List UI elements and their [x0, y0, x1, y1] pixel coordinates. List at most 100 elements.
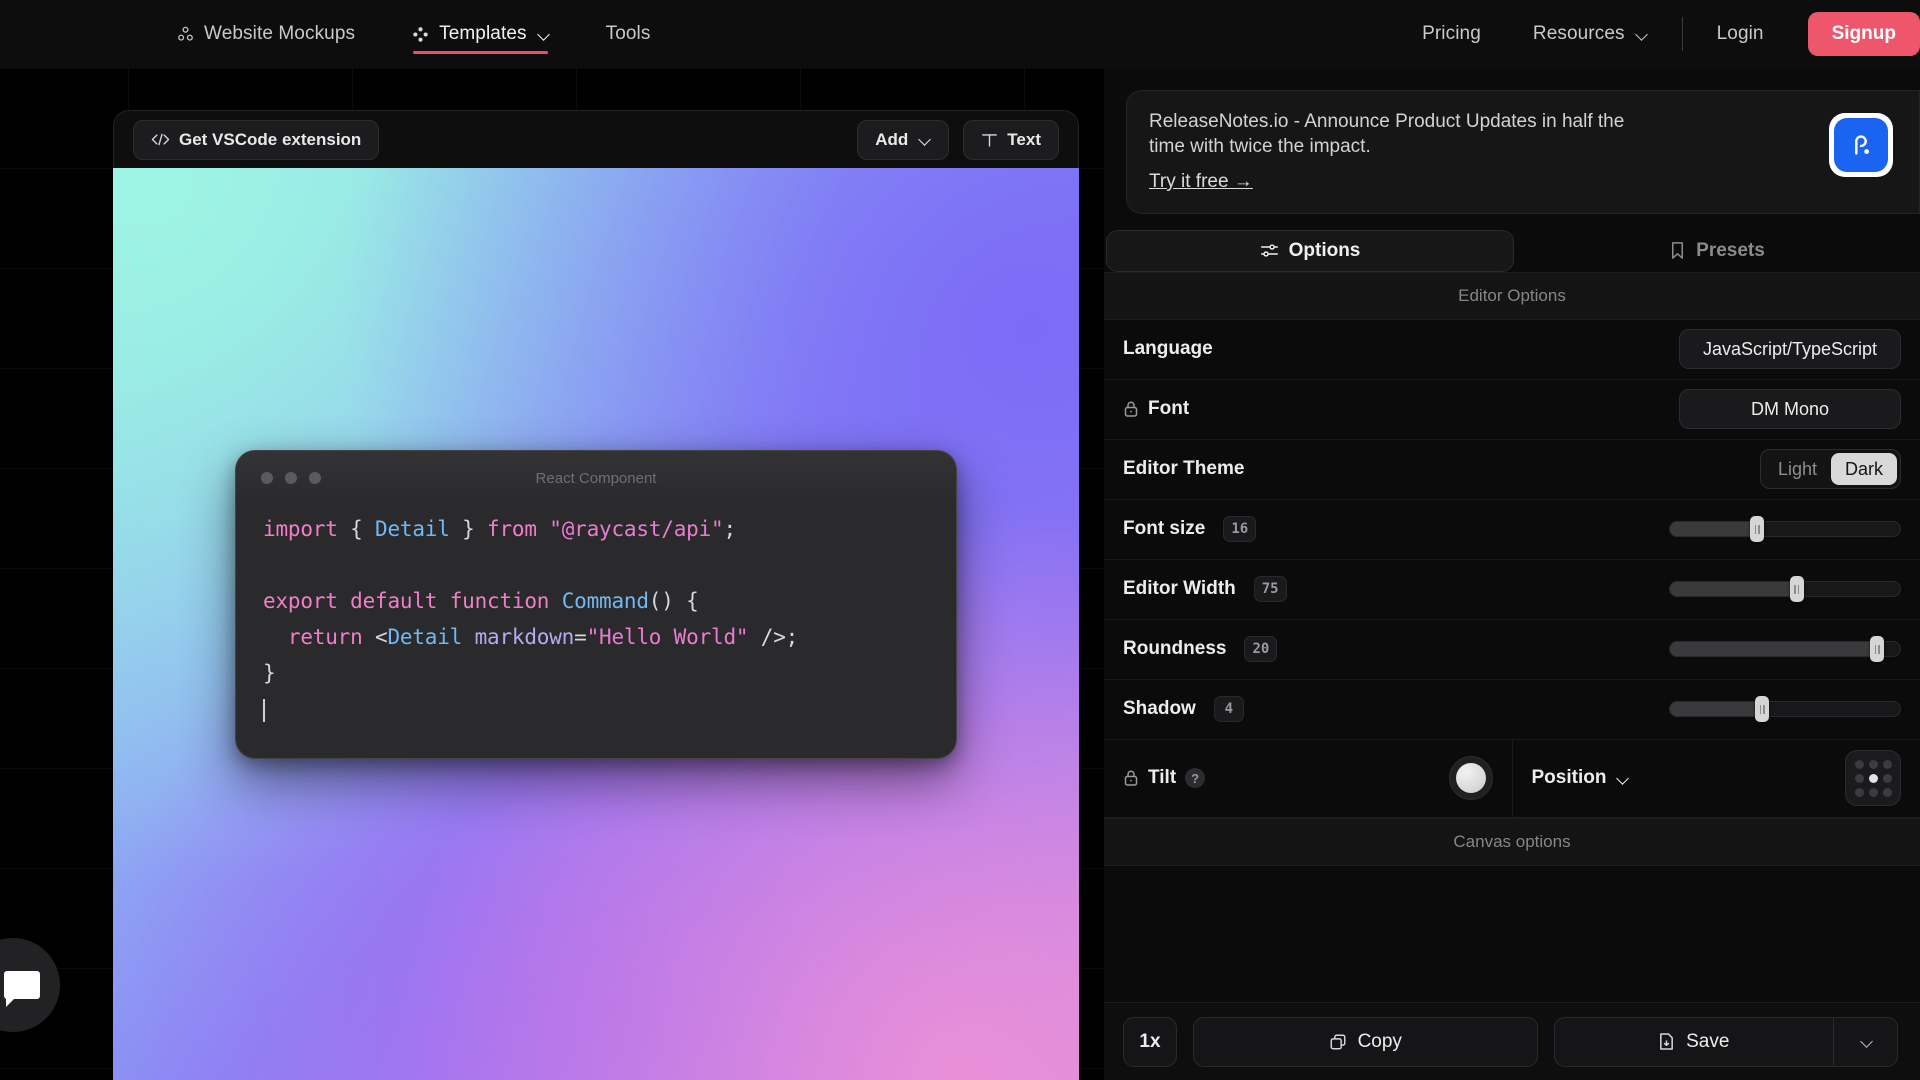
code-token: [549, 589, 561, 613]
promo-link[interactable]: Try it free →: [1149, 171, 1253, 193]
row-language: Language JavaScript/TypeScript: [1104, 320, 1920, 380]
tab-options[interactable]: Options: [1106, 230, 1514, 272]
save-dropdown-toggle[interactable]: [1833, 1018, 1897, 1066]
help-icon[interactable]: ?: [1185, 768, 1205, 788]
save-button[interactable]: Save: [1555, 1018, 1834, 1066]
theme-option-dark[interactable]: Dark: [1831, 453, 1897, 485]
tab-label: Presets: [1696, 240, 1765, 262]
language-label: Language: [1123, 338, 1213, 360]
nav-item-tools[interactable]: Tools: [578, 0, 679, 68]
slider-handle[interactable]: [1755, 696, 1769, 722]
save-label: Save: [1686, 1031, 1729, 1053]
canvas-area[interactable]: React Component import { Detail } from "…: [113, 168, 1079, 1080]
shadow-label-group: Shadow 4: [1123, 696, 1244, 722]
position-grid[interactable]: [1845, 750, 1901, 806]
code-token: from: [487, 517, 537, 541]
roundness-control: [1669, 641, 1920, 657]
theme-option-light[interactable]: Light: [1764, 453, 1831, 485]
tilt-joystick[interactable]: [1449, 756, 1493, 800]
copy-button[interactable]: Copy: [1193, 1017, 1538, 1067]
position-cell[interactable]: [1869, 760, 1878, 769]
row-roundness: Roundness 20: [1104, 620, 1920, 680]
options-list[interactable]: Language JavaScript/TypeScript Font DM M…: [1104, 320, 1920, 1002]
editor-options-header: Editor Options: [1104, 272, 1920, 320]
language-select[interactable]: JavaScript/TypeScript: [1679, 329, 1901, 369]
editor-width-control: [1669, 581, 1920, 597]
text-label: Text: [1007, 130, 1041, 150]
position-cell[interactable]: [1883, 788, 1892, 797]
text-button[interactable]: Text: [963, 120, 1059, 160]
scale-button[interactable]: 1x: [1123, 1017, 1177, 1067]
nav-item-login[interactable]: Login: [1691, 0, 1790, 68]
editor-width-slider[interactable]: [1669, 581, 1901, 597]
nav-item-templates[interactable]: Templates: [383, 0, 578, 68]
position-cell[interactable]: [1855, 788, 1864, 797]
editor-width-label-group: Editor Width 75: [1123, 576, 1287, 602]
code-token: default: [350, 589, 437, 613]
code-token: }: [263, 661, 275, 685]
toolbar-right-group: Add Text: [857, 120, 1059, 160]
nav-right-group: Pricing Resources Login Signup: [1396, 0, 1920, 68]
shadow-control: [1669, 701, 1920, 717]
slider-handle[interactable]: [1750, 516, 1764, 542]
chevron-down-icon: [1637, 29, 1648, 40]
code-token: [338, 589, 350, 613]
row-font-size: Font size 16: [1104, 500, 1920, 560]
code-line: import { Detail } from "@raycast/api";: [263, 511, 956, 547]
get-vscode-extension-button[interactable]: Get VSCode extension: [133, 120, 379, 160]
nav-label: Templates: [439, 23, 527, 45]
row-editor-theme: Editor Theme Light Dark: [1104, 440, 1920, 500]
code-window[interactable]: React Component import { Detail } from "…: [235, 450, 957, 759]
font-control: DM Mono: [1679, 389, 1920, 429]
code-token: {: [338, 517, 375, 541]
row-editor-width: Editor Width 75: [1104, 560, 1920, 620]
copy-label: Copy: [1358, 1031, 1402, 1053]
font-size-slider[interactable]: [1669, 521, 1901, 537]
code-token: export: [263, 589, 338, 613]
position-label-group[interactable]: Position: [1532, 767, 1630, 789]
tilt-control-group: Tilt ?: [1104, 740, 1513, 817]
tilt-joystick-knob[interactable]: [1456, 763, 1486, 793]
font-select[interactable]: DM Mono: [1679, 389, 1901, 429]
position-cell[interactable]: [1869, 788, 1878, 797]
text-caret: [263, 699, 265, 722]
chat-widget-button[interactable]: [0, 938, 60, 1032]
slider-handle[interactable]: [1870, 636, 1884, 662]
position-cell-selected[interactable]: [1869, 774, 1878, 783]
font-label-group: Font: [1123, 398, 1189, 420]
tab-presets[interactable]: Presets: [1514, 230, 1920, 272]
nav-item-resources[interactable]: Resources: [1507, 0, 1674, 68]
code-token: [437, 589, 449, 613]
nav-item-pricing[interactable]: Pricing: [1396, 0, 1507, 68]
signup-button[interactable]: Signup: [1808, 12, 1920, 56]
row-font: Font DM Mono: [1104, 380, 1920, 440]
position-cell[interactable]: [1855, 774, 1864, 783]
code-editor-content[interactable]: import { Detail } from "@raycast/api"; e…: [236, 505, 956, 758]
roundness-slider[interactable]: [1669, 641, 1901, 657]
code-token: Detail: [375, 517, 450, 541]
slider-handle[interactable]: [1790, 576, 1804, 602]
nav-left-group: Website Mockups Templates Tools: [148, 0, 678, 68]
position-cell[interactable]: [1855, 760, 1864, 769]
editor-toolbar: Get VSCode extension Add Text: [113, 110, 1079, 168]
code-window-title[interactable]: React Component: [236, 470, 956, 487]
nav-label: Login: [1717, 23, 1764, 45]
promo-banner[interactable]: ReleaseNotes.io - Announce Product Updat…: [1126, 90, 1920, 214]
save-icon: [1658, 1032, 1675, 1051]
position-cell[interactable]: [1883, 774, 1892, 783]
code-token: />;: [748, 625, 798, 649]
chevron-down-icon: [539, 29, 550, 40]
position-cell[interactable]: [1883, 760, 1892, 769]
panel-bottom-bar: 1x Copy Save: [1104, 1002, 1920, 1080]
tilt-label-group: Tilt ?: [1123, 767, 1205, 789]
nav-item-website-mockups[interactable]: Website Mockups: [148, 0, 383, 68]
nav-label: Tools: [606, 23, 651, 45]
code-token: "Hello World": [587, 625, 749, 649]
save-button-group[interactable]: Save: [1554, 1017, 1899, 1067]
add-button[interactable]: Add: [857, 120, 949, 160]
roundness-label: Roundness: [1123, 638, 1226, 660]
editor-theme-label: Editor Theme: [1123, 458, 1244, 480]
code-line: }: [263, 655, 956, 691]
shadow-slider[interactable]: [1669, 701, 1901, 717]
add-label: Add: [875, 130, 908, 150]
